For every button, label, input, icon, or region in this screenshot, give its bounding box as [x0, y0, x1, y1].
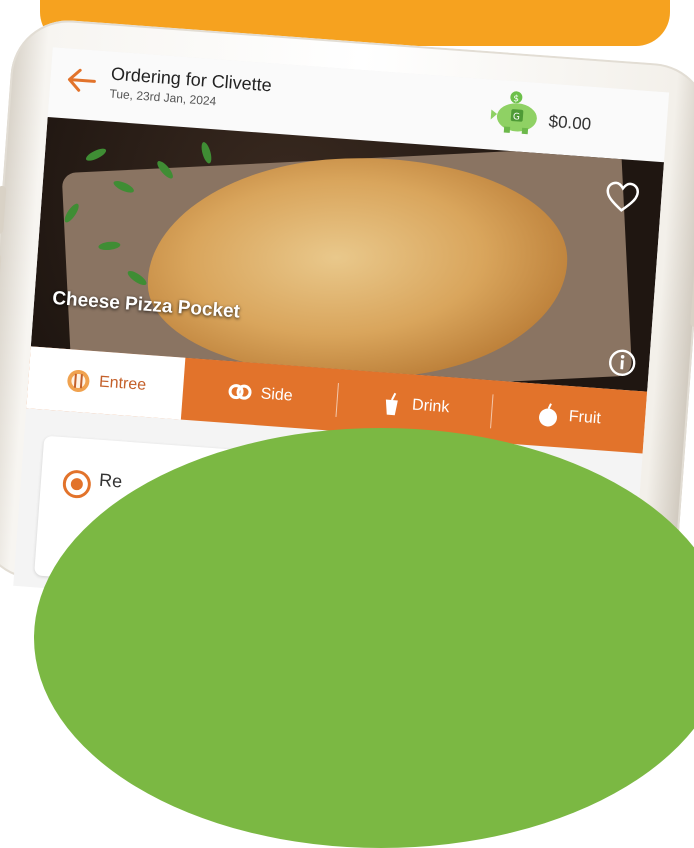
balance-amount: $0.00 — [547, 111, 592, 134]
food-hero-image: Cheese Pizza Pocket — [30, 117, 664, 392]
tab-label: Drink — [411, 396, 450, 417]
herb-leaf — [84, 146, 108, 164]
herb-leaf — [199, 141, 214, 165]
favorite-heart-icon[interactable] — [604, 180, 640, 214]
back-arrow-icon[interactable] — [66, 66, 98, 94]
pretzel-icon — [228, 384, 252, 400]
option-radio[interactable] — [61, 469, 92, 500]
volume-button — [0, 185, 7, 235]
cup-icon — [385, 392, 398, 416]
tab-side[interactable]: Side — [180, 358, 339, 431]
tab-label: Fruit — [568, 408, 602, 428]
volume-button-2 — [0, 253, 2, 302]
power-button — [690, 256, 694, 328]
info-icon[interactable] — [606, 347, 638, 379]
tab-label: Entree — [98, 373, 147, 394]
svg-text:G: G — [513, 112, 521, 122]
tab-label: Side — [260, 385, 294, 405]
svg-text:$: $ — [513, 94, 519, 104]
apple-icon — [538, 403, 557, 427]
utensils-plate-icon — [67, 369, 90, 392]
tab-entree[interactable]: Entree — [26, 346, 185, 420]
piggy-bank-icon: $ G — [490, 91, 537, 135]
tab-fruit[interactable]: Fruit — [489, 380, 648, 453]
option-label: Re — [98, 469, 123, 492]
green-overlay-shape — [34, 428, 694, 848]
